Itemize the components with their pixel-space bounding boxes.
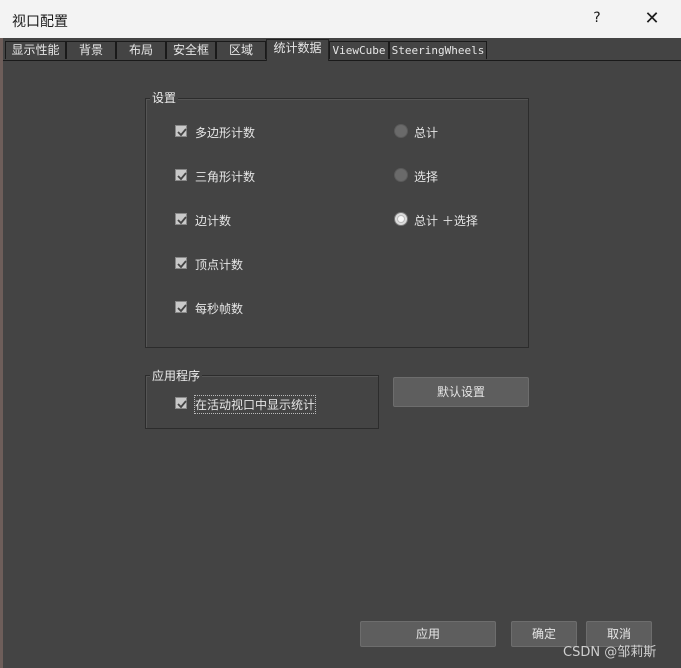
close-button[interactable]: ✕ xyxy=(640,8,664,30)
checkbox-fps-box[interactable] xyxy=(175,301,187,313)
title-bar: 视口配置 ? ✕ xyxy=(0,0,681,38)
tab-safe-frame[interactable]: 安全框 xyxy=(166,41,216,59)
window-title: 视口配置 xyxy=(12,14,68,30)
checkbox-fps-label: 每秒帧数 xyxy=(195,302,244,316)
radio-total-plus-selection-dot[interactable] xyxy=(394,212,408,226)
tab-background[interactable]: 背景 xyxy=(66,41,116,59)
radio-total-label: 总计 xyxy=(414,126,439,140)
checkbox-triangle-count-box[interactable] xyxy=(175,169,187,181)
dialog-client-area: 显示性能 背景 布局 安全框 区域 统计数据 ViewCube Steering… xyxy=(3,38,681,668)
tab-steeringwheels[interactable]: SteeringWheels xyxy=(389,41,487,59)
tab-viewcube[interactable]: ViewCube xyxy=(329,41,389,59)
checkbox-show-stats-box[interactable] xyxy=(175,397,187,409)
checkbox-vertex-count-box[interactable] xyxy=(175,257,187,269)
radio-selection-label: 选择 xyxy=(414,170,439,184)
tab-statistics[interactable]: 统计数据 xyxy=(266,39,329,61)
checkbox-show-stats-label: 在活动视口中显示统计 xyxy=(193,395,317,414)
checkbox-polygon-count-box[interactable] xyxy=(175,125,187,137)
checkbox-edge-count-label: 边计数 xyxy=(195,214,232,228)
checkbox-polygon-count-label: 多边形计数 xyxy=(195,126,256,140)
radio-total-plus-selection-label: 总计 ＋选择 xyxy=(414,214,478,228)
watermark: CSDN @邹莉斯 xyxy=(563,645,657,660)
tab-bar: 显示性能 背景 布局 安全框 区域 统计数据 ViewCube Steering… xyxy=(3,38,681,61)
checkbox-edge-count-box[interactable] xyxy=(175,213,187,225)
radio-total-dot[interactable] xyxy=(394,124,408,138)
tab-layout[interactable]: 布局 xyxy=(116,41,166,59)
default-settings-button[interactable]: 默认设置 xyxy=(393,377,529,407)
application-group-label: 应用程序 xyxy=(150,367,203,384)
tab-display-performance[interactable]: 显示性能 xyxy=(5,41,66,59)
checkbox-vertex-count-label: 顶点计数 xyxy=(195,258,244,272)
help-button[interactable]: ? xyxy=(588,10,606,26)
radio-selection-dot[interactable] xyxy=(394,168,408,182)
settings-group-label: 设置 xyxy=(150,89,179,106)
tab-regions[interactable]: 区域 xyxy=(216,41,266,59)
checkbox-triangle-count-label: 三角形计数 xyxy=(195,170,256,184)
apply-button[interactable]: 应用 xyxy=(360,621,496,647)
